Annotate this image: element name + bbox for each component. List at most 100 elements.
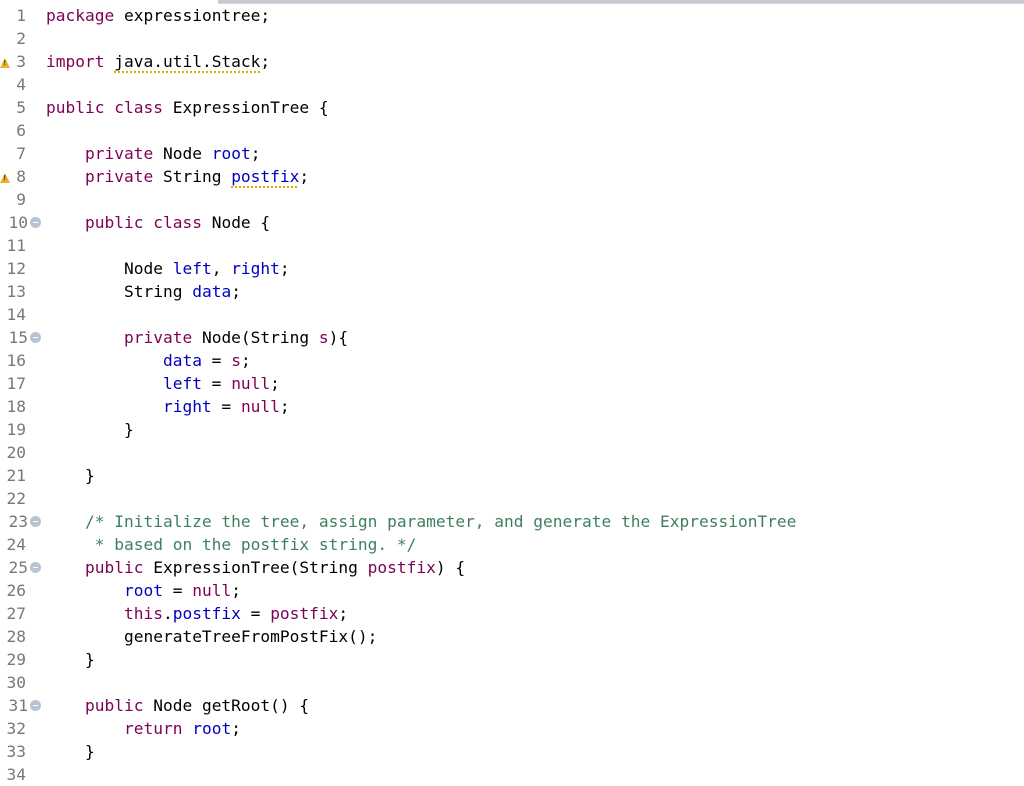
field-token: right <box>162 397 212 416</box>
code-line[interactable]: 9 <box>0 188 1024 211</box>
code-line[interactable]: 31 public Node getRoot() { <box>0 694 1024 717</box>
line-gutter: 23 <box>0 510 44 533</box>
line-number: 33 <box>6 742 27 761</box>
warning-icon[interactable] <box>0 173 10 183</box>
code-token: ; <box>338 604 349 623</box>
code-token: Node getRoot() { <box>143 696 310 715</box>
line-gutter: 18 <box>0 395 44 418</box>
code-text: return root; <box>46 717 241 740</box>
code-line[interactable]: 11 <box>0 234 1024 257</box>
code-text: generateTreeFromPostFix(); <box>46 625 377 648</box>
code-line[interactable]: 17 left = null; <box>0 372 1024 395</box>
code-line[interactable]: 6 <box>0 119 1024 142</box>
line-gutter: 30 <box>0 671 44 694</box>
code-text: root = null; <box>46 579 241 602</box>
fold-collapse-icon[interactable] <box>30 700 41 711</box>
code-line[interactable]: 23 /* Initialize the tree, assign parame… <box>0 510 1024 533</box>
code-line[interactable]: 12 Node left, right; <box>0 257 1024 280</box>
code-line[interactable]: 18 right = null; <box>0 395 1024 418</box>
code-token: ; <box>270 374 280 393</box>
fold-collapse-icon[interactable] <box>30 332 41 343</box>
code-text: import java.util.Stack; <box>46 50 270 73</box>
code-line[interactable]: 2 <box>0 27 1024 50</box>
line-number: 32 <box>6 719 27 738</box>
line-gutter: 15 <box>0 326 44 349</box>
code-line[interactable]: 32 return root; <box>0 717 1024 740</box>
line-number: 31 <box>8 696 29 715</box>
line-gutter: 26 <box>0 579 44 602</box>
code-token: ; <box>231 581 241 600</box>
code-token: ; <box>240 351 251 370</box>
keyword-token: this <box>123 604 163 623</box>
code-line[interactable]: 34 <box>0 763 1024 786</box>
line-gutter: 32 <box>0 717 44 740</box>
line-number: 4 <box>16 75 26 94</box>
code-text: } <box>46 464 95 487</box>
line-number: 14 <box>6 305 27 324</box>
code-token: Node <box>123 259 173 278</box>
code-line[interactable]: 30 <box>0 671 1024 694</box>
code-line[interactable]: 16 data = s; <box>0 349 1024 372</box>
keyword-token: package <box>46 6 115 25</box>
code-line[interactable]: 15 private Node(String s){ <box>0 326 1024 349</box>
code-token: = <box>240 604 271 623</box>
code-line[interactable]: 7 private Node root; <box>0 142 1024 165</box>
code-line[interactable]: 29 } <box>0 648 1024 671</box>
field-token: data <box>162 351 202 370</box>
warning-icon[interactable] <box>0 58 10 68</box>
code-line[interactable]: 21 } <box>0 464 1024 487</box>
code-line[interactable]: 26 root = null; <box>0 579 1024 602</box>
code-token: = <box>201 374 232 393</box>
line-number: 7 <box>16 144 26 163</box>
code-line[interactable]: 14 <box>0 303 1024 326</box>
code-line[interactable]: 13 String data; <box>0 280 1024 303</box>
code-line[interactable]: 10 public class Node { <box>0 211 1024 234</box>
unused-import-token: java.util.Stack <box>114 52 261 71</box>
line-number: 13 <box>6 282 27 301</box>
fold-collapse-icon[interactable] <box>30 516 41 527</box>
field-token: left <box>172 259 212 278</box>
code-text: private Node(String s){ <box>46 326 348 349</box>
line-number: 29 <box>6 650 27 669</box>
fold-collapse-icon[interactable] <box>30 217 41 228</box>
keyword-token: class <box>153 213 202 232</box>
line-number: 2 <box>16 29 26 48</box>
code-line[interactable]: 19 } <box>0 418 1024 441</box>
code-token: ; <box>279 397 290 416</box>
line-number: 3 <box>16 52 26 71</box>
code-line[interactable]: 3 import java.util.Stack; <box>0 50 1024 73</box>
code-token: String <box>123 282 193 301</box>
code-line[interactable]: 1 package expressiontree; <box>0 4 1024 27</box>
code-token: } <box>84 466 95 485</box>
unused-field-token: postfix <box>231 167 300 186</box>
fold-collapse-icon[interactable] <box>30 562 41 573</box>
code-line[interactable]: 22 <box>0 487 1024 510</box>
code-text: /* Initialize the tree, assign parameter… <box>46 510 796 533</box>
code-line[interactable]: 5 public class ExpressionTree { <box>0 96 1024 119</box>
code-text: public ExpressionTree(String postfix) { <box>46 556 465 579</box>
line-gutter: 14 <box>0 303 44 326</box>
code-line[interactable]: 8 private String postfix; <box>0 165 1024 188</box>
code-line[interactable]: 27 this.postfix = postfix; <box>0 602 1024 625</box>
code-line[interactable]: 33 } <box>0 740 1024 763</box>
line-number: 18 <box>6 397 27 416</box>
code-line[interactable]: 20 <box>0 441 1024 464</box>
line-gutter: 8 <box>0 165 44 188</box>
code-editor[interactable]: 1package expressiontree;23import java.ut… <box>0 4 1024 786</box>
code-line[interactable]: 4 <box>0 73 1024 96</box>
code-line[interactable]: 28 generateTreeFromPostFix(); <box>0 625 1024 648</box>
code-text: right = null; <box>46 395 290 418</box>
code-token: Node { <box>201 213 271 232</box>
keyword-token: return <box>123 719 183 738</box>
keyword-token: import <box>46 52 105 71</box>
code-line[interactable]: 25 public ExpressionTree(String postfix)… <box>0 556 1024 579</box>
line-number: 34 <box>6 765 27 784</box>
line-gutter: 7 <box>0 142 44 165</box>
code-line[interactable]: 24 * based on the postfix string. */ <box>0 533 1024 556</box>
